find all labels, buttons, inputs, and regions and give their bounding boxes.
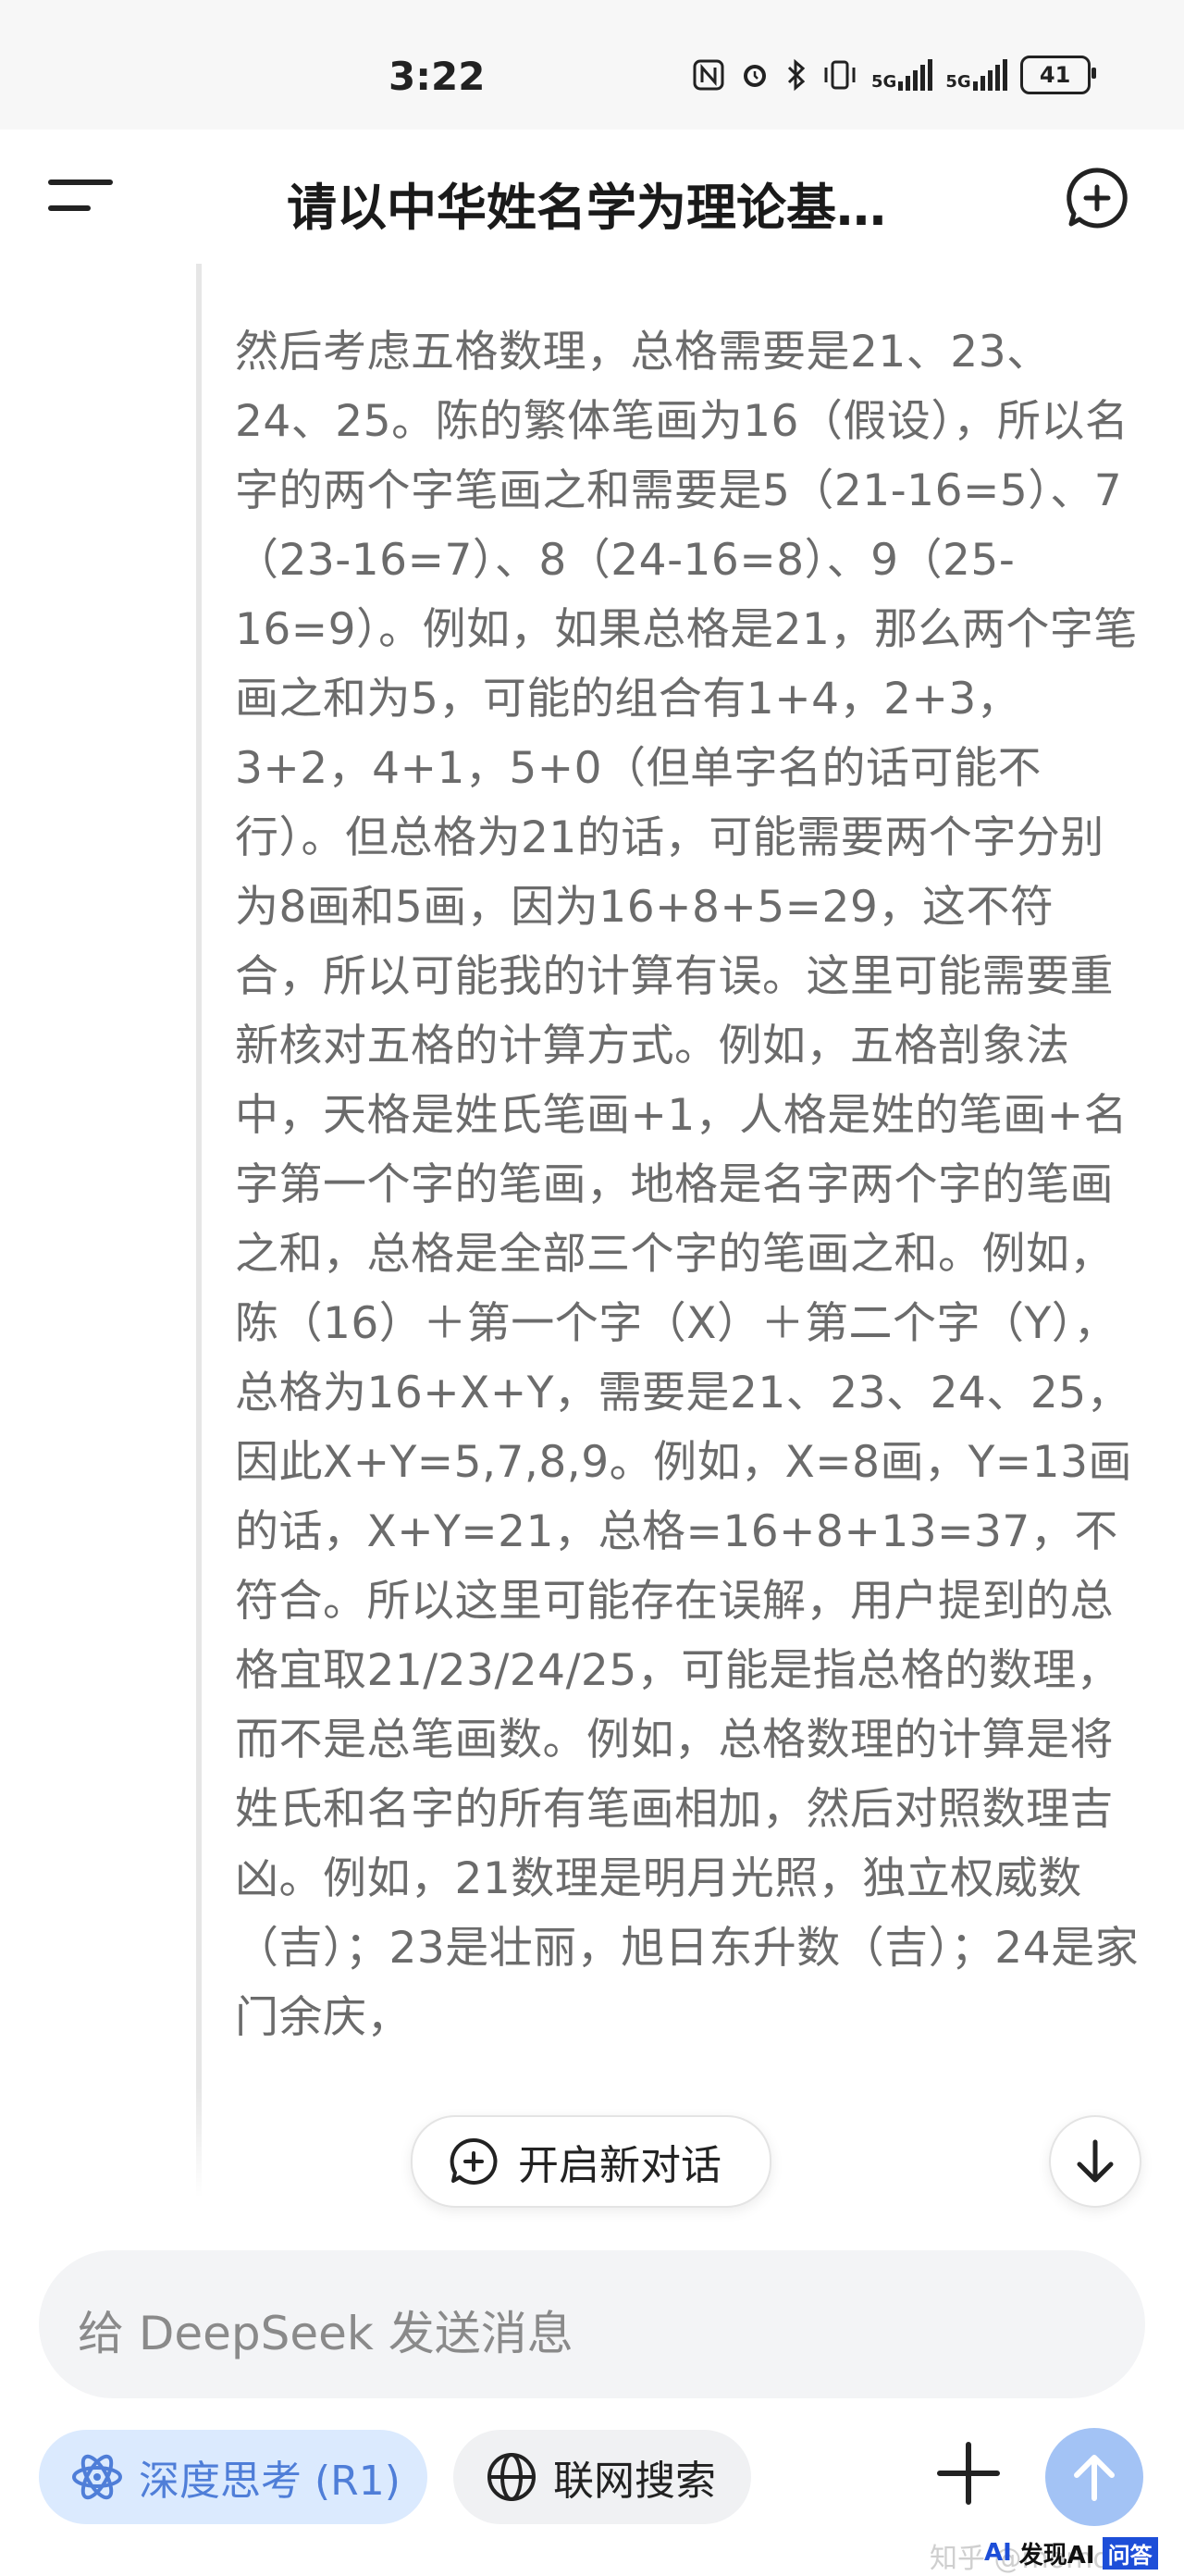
message-input[interactable]: 给 DeepSeek 发送消息	[39, 2250, 1145, 2398]
deep-think-toggle[interactable]: 深度思考 (R1)	[39, 2430, 427, 2524]
globe-icon	[487, 2453, 536, 2501]
new-chat-icon[interactable]	[1064, 165, 1130, 231]
start-new-chat-label: 开启新对话	[518, 2142, 722, 2189]
conversation-title: 请以中华姓名学为理论基…	[287, 179, 886, 237]
start-new-chat-button[interactable]: 开启新对话	[411, 2115, 771, 2208]
battery-icon: 41	[1019, 56, 1096, 94]
new-chat-icon	[450, 2137, 498, 2185]
arrow-down-icon	[1077, 2139, 1114, 2183]
vibrate-icon	[824, 60, 856, 90]
chat-content[interactable]: 然后考虑五格数理，总格需要是21、23、24、25。陈的繁体笔画为16（假设），…	[0, 264, 1184, 2198]
send-button[interactable]	[1045, 2428, 1143, 2526]
signal-icon: 5G	[945, 59, 1007, 91]
web-search-toggle[interactable]: 联网搜索	[453, 2430, 751, 2524]
brand-watermark: AI 发现AI 问答	[984, 2535, 1158, 2570]
bluetooth-icon	[787, 58, 806, 92]
top-bar: 请以中华姓名学为理论基…	[0, 130, 1184, 259]
atom-icon	[72, 2454, 122, 2500]
status-bar: 3:22 5G 5G 41	[0, 0, 1184, 130]
plus-icon[interactable]	[936, 2441, 1001, 2506]
status-icons: 5G 5G 41	[692, 56, 1096, 94]
message-placeholder: 给 DeepSeek 发送消息	[78, 2307, 574, 2360]
deep-think-label: 深度思考 (R1)	[139, 2458, 401, 2505]
status-time: 3:22	[388, 54, 486, 99]
scroll-down-button[interactable]	[1049, 2115, 1141, 2208]
arrow-up-icon	[1074, 2455, 1115, 2501]
thinking-quote-bar	[196, 264, 202, 2198]
signal-icon: 5G	[871, 59, 933, 91]
thinking-text: 然后考虑五格数理，总格需要是21、23、24、25。陈的繁体笔画为16（假设），…	[235, 327, 1140, 2043]
nfc-icon	[693, 59, 724, 91]
menu-icon[interactable]	[48, 174, 113, 217]
web-search-label: 联网搜索	[553, 2458, 716, 2505]
alarm-icon	[744, 65, 766, 87]
